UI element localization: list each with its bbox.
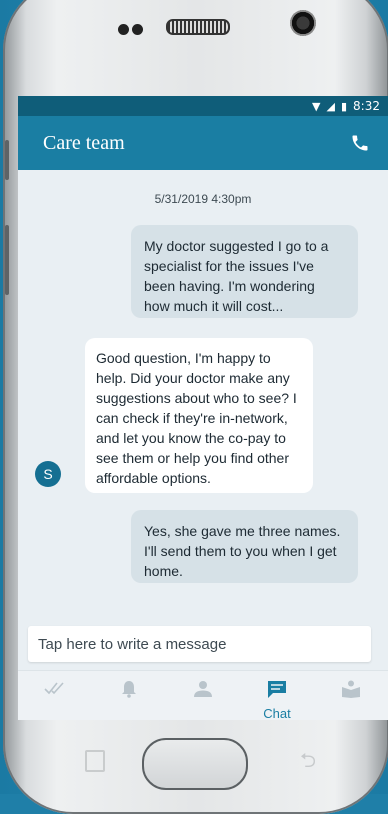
phone-screen: ▼ ◢ ▮ 8:32 Care team 5/31/2019 4:30pm My…: [18, 96, 388, 720]
chat-icon: [266, 680, 288, 705]
incoming-message: Good question, I'm happy to help. Did yo…: [85, 338, 313, 493]
outgoing-message: Yes, she gave me three names. I'll send …: [131, 510, 358, 583]
wifi-icon: ▼: [312, 99, 321, 113]
volume-button: [5, 140, 9, 180]
home-button[interactable]: [142, 738, 248, 790]
tab-notifications[interactable]: [99, 671, 159, 720]
battery-icon: ▮: [340, 99, 348, 113]
page-title: Care team: [43, 131, 125, 154]
person-icon: [193, 680, 213, 703]
app-header: Care team: [18, 116, 388, 170]
message-input[interactable]: Tap here to write a message: [28, 626, 371, 662]
recent-apps-button[interactable]: [85, 750, 105, 772]
bell-icon: [121, 680, 137, 703]
power-button: [5, 225, 9, 295]
tab-chat-label: Chat: [263, 706, 291, 720]
avatar[interactable]: S: [35, 461, 61, 487]
message-timestamp: 5/31/2019 4:30pm: [154, 192, 252, 206]
outgoing-message: My doctor suggested I go to a specialist…: [131, 225, 358, 318]
status-bar: ▼ ◢ ▮ 8:32: [18, 96, 388, 116]
signal-icon: ◢: [326, 99, 335, 113]
chat-thread: 5/31/2019 4:30pm My doctor suggested I g…: [18, 170, 388, 636]
front-camera: [290, 10, 316, 36]
reading-person-icon: [341, 680, 361, 703]
bottom-tab-bar: Chat: [18, 670, 388, 720]
message-input-placeholder: Tap here to write a message: [38, 635, 227, 653]
earpiece-speaker: [166, 19, 230, 35]
tab-tasks[interactable]: [25, 671, 85, 720]
sensor-dots: [118, 22, 146, 40]
tab-chat[interactable]: Chat: [247, 671, 307, 720]
phone-icon[interactable]: [350, 133, 370, 153]
back-button[interactable]: ⮌: [300, 746, 316, 780]
tab-profile[interactable]: [173, 671, 233, 720]
tab-learn[interactable]: [321, 671, 381, 720]
status-time: 8:32: [353, 99, 380, 113]
check-marks-icon: [44, 680, 66, 701]
